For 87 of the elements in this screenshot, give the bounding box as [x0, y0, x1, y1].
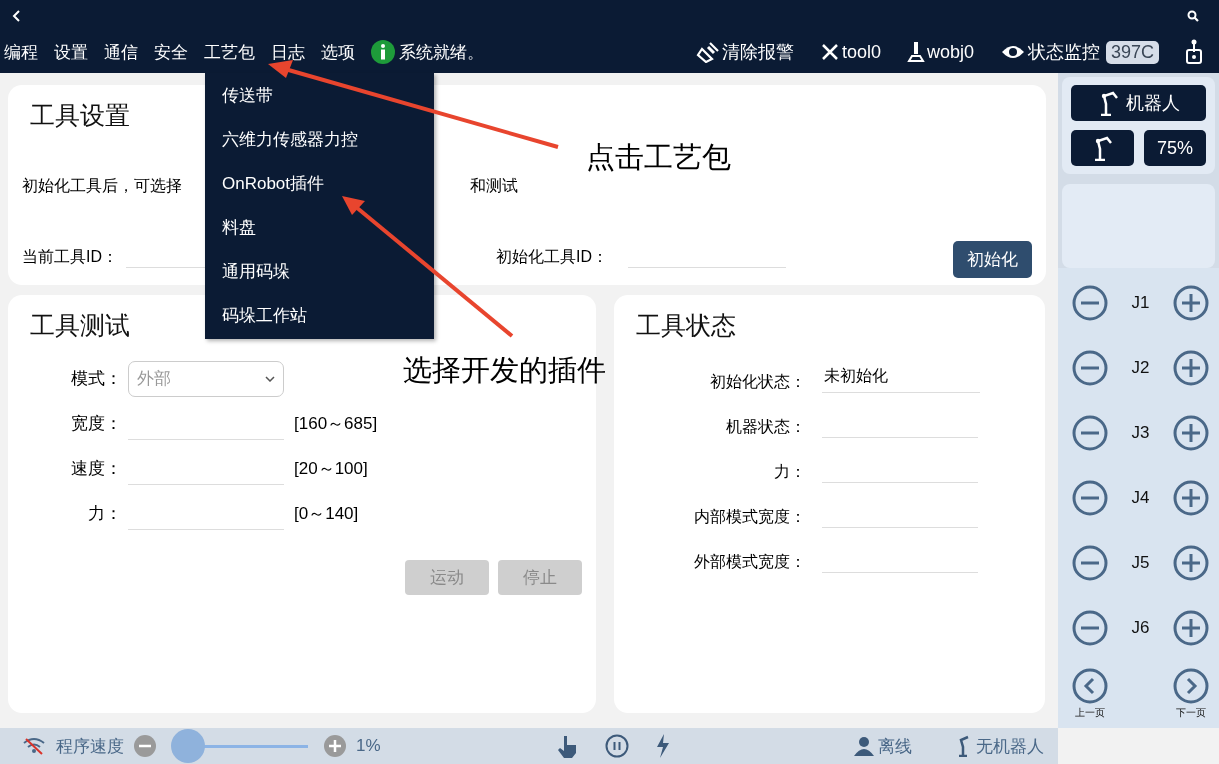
field-label: 初始化工具ID：: [496, 247, 608, 267]
toolbar-label[interactable]: wobj0: [926, 41, 974, 63]
field-label: 速度：: [70, 458, 122, 480]
no-wifi-icon: [22, 737, 46, 755]
robot-button[interactable]: 机器人: [1071, 85, 1206, 121]
joint-label: J6: [1131, 617, 1150, 638]
range-text: [160～685]: [294, 413, 378, 435]
page-label: 下一页: [1176, 706, 1206, 720]
speed-label: 程序速度: [56, 735, 124, 758]
minus-icon[interactable]: [1072, 284, 1108, 321]
plus-icon[interactable]: [1173, 479, 1209, 516]
status-text: 系统就绪。: [399, 41, 484, 64]
card-title: 工具设置: [30, 100, 130, 131]
field-label: 模式：: [70, 368, 122, 390]
dropdown-item[interactable]: 码垛工作站: [205, 297, 434, 341]
plus-icon[interactable]: [1173, 544, 1209, 581]
minus-icon[interactable]: [1072, 349, 1108, 386]
pause-icon[interactable]: [604, 734, 629, 758]
field-label: 当前工具ID：: [22, 247, 118, 267]
field-label: 机器状态：: [725, 417, 806, 437]
range-text: [20～100]: [294, 458, 368, 480]
plus-icon[interactable]: [1173, 609, 1209, 646]
minus-icon[interactable]: [1072, 544, 1108, 581]
plus-icon[interactable]: [1173, 349, 1209, 386]
slider-thumb[interactable]: [171, 729, 206, 763]
joint-label: J4: [1131, 487, 1150, 508]
minus-icon[interactable]: [1072, 609, 1108, 646]
description-text: 和测试: [470, 176, 518, 196]
previous-page-icon[interactable]: [1072, 668, 1108, 704]
field-label: 力：: [87, 503, 122, 525]
person-icon: [854, 736, 874, 756]
initialize-button[interactable]: 初始化: [953, 241, 1032, 278]
menu-item[interactable]: 安全: [154, 40, 188, 64]
field-label: 初始化状态：: [709, 372, 806, 392]
dropdown-item[interactable]: 传送带: [205, 77, 434, 121]
connection-status: 离线: [878, 735, 912, 758]
minus-icon[interactable]: [1072, 479, 1108, 516]
joint-label: J3: [1131, 422, 1150, 443]
annotation-text: 点击工艺包: [586, 140, 731, 175]
field-label: 内部模式宽度：: [693, 507, 806, 527]
robot-mode-button[interactable]: [1071, 130, 1134, 166]
plus-icon[interactable]: [1173, 284, 1209, 321]
dropdown-item[interactable]: OnRobot插件: [205, 165, 434, 209]
menu-item[interactable]: 选项: [321, 40, 355, 64]
joint-label: J5: [1131, 552, 1150, 573]
speed-slider[interactable]: [170, 729, 310, 763]
plus-icon[interactable]: [324, 735, 346, 757]
toolbar-label[interactable]: tool0: [841, 41, 881, 63]
plus-icon[interactable]: [1173, 414, 1209, 451]
menu-item[interactable]: 日志: [271, 40, 305, 64]
speed-value: 1%: [356, 736, 381, 756]
temperature-badge: 397C: [1105, 40, 1159, 64]
toolbar-label[interactable]: 清除报警: [721, 40, 794, 64]
lightning-icon[interactable]: [654, 734, 671, 758]
card-title: 工具状态: [636, 310, 736, 341]
menu-item[interactable]: 编程: [4, 40, 38, 64]
chevron-icon: [265, 375, 275, 382]
menu-item[interactable]: 工艺包: [204, 40, 255, 64]
description-text: 初始化工具后，可选择: [22, 176, 182, 196]
toolbar-label[interactable]: 状态监控: [1027, 40, 1100, 64]
info-icon: [371, 40, 395, 64]
field-label: 外部模式宽度：: [693, 552, 806, 572]
card-title: 工具测试: [30, 310, 130, 341]
minus-icon[interactable]: [1072, 414, 1108, 451]
field-label: 宽度：: [70, 413, 122, 435]
hand-pointer-icon[interactable]: [556, 734, 579, 758]
range-text: [0～140]: [294, 503, 359, 525]
back-icon[interactable]: [12, 9, 22, 23]
status-value: 未初始化: [822, 366, 980, 393]
speed-button[interactable]: 75%: [1144, 130, 1206, 166]
dropdown-item[interactable]: 料盘: [205, 209, 434, 253]
search-icon[interactable]: [1187, 10, 1199, 22]
robot-status: 无机器人: [976, 735, 1044, 758]
menu-item[interactable]: 通信: [104, 40, 138, 64]
dropdown-item[interactable]: 六维力传感器力控: [205, 121, 434, 165]
dropdown-item[interactable]: 通用码垛: [205, 253, 434, 297]
broom-icon[interactable]: [695, 41, 720, 63]
joint-label: J1: [1131, 292, 1150, 313]
field-label: 力：: [773, 462, 806, 482]
page-label: 上一页: [1075, 706, 1105, 720]
probe-icon[interactable]: [906, 41, 925, 63]
annotation-text: 选择开发的插件: [403, 353, 606, 388]
minus-icon[interactable]: [134, 735, 156, 757]
joint-label: J2: [1131, 357, 1150, 378]
menu-item[interactable]: 设置: [54, 40, 88, 64]
next-page-icon[interactable]: [1173, 668, 1209, 704]
joystick-icon[interactable]: [1185, 39, 1203, 65]
